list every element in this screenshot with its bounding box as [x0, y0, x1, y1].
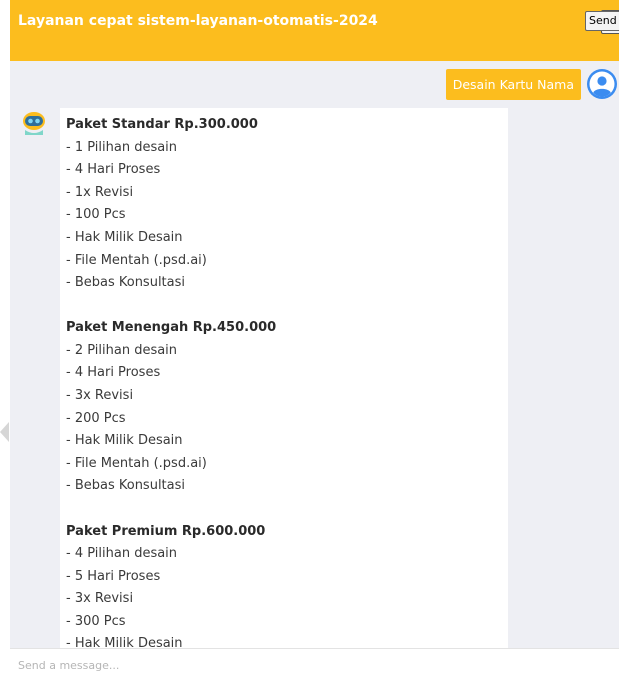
package-feature: - 4 Pilihan desain [66, 546, 178, 562]
package-premium: Paket Premium Rp.600.000 - 4 Pilihan des… [66, 521, 508, 649]
message-composer [10, 648, 619, 680]
package-feature: - File Mentah (.psd.ai) [66, 455, 207, 471]
package-feature: - 4 Hari Proses [66, 365, 161, 381]
package-feature: - Bebas Konsultasi [66, 275, 186, 291]
package-feature: - 2 Pilihan desain [66, 342, 178, 358]
package-feature: - Hak Milik Desain [66, 636, 183, 648]
package-feature: - 1x Revisi [66, 184, 134, 200]
bot-message-bubble: Paket Standar Rp.300.000 - 1 Pilihan des… [60, 108, 508, 648]
package-feature: - 3x Revisi [66, 388, 134, 404]
chat-title: Layanan cepat sistem-layanan-otomatis-20… [18, 13, 378, 29]
package-feature: - Bebas Konsultasi [66, 478, 186, 494]
package-title: Paket Standar Rp.300.000 [66, 117, 258, 132]
message-list[interactable]: Desain Kartu Nama Paket Standar Rp.300.0… [10, 61, 619, 648]
package-feature: - 1 Pilihan desain [66, 139, 178, 155]
package-feature: - 5 Hari Proses [66, 568, 161, 584]
message-input[interactable] [10, 649, 600, 680]
package-feature: - Hak Milik Desain [66, 229, 183, 245]
bot-avatar-icon [23, 112, 45, 135]
package-title: Paket Menengah Rp.450.000 [66, 320, 277, 336]
user-avatar-icon [587, 69, 617, 99]
package-title: Paket Premium Rp.600.000 [66, 523, 266, 539]
package-menengah: Paket Menengah Rp.450.000 - 2 Pilihan de… [66, 317, 508, 498]
package-feature: - 200 Pcs [66, 410, 126, 426]
send-button[interactable]: Send [585, 11, 619, 31]
chat-widget: Layanan cepat sistem-layanan-otomatis-20… [0, 0, 619, 680]
collapse-arrow-icon [0, 422, 9, 442]
user-message-bubble: Desain Kartu Nama [445, 69, 581, 100]
package-feature: - 300 Pcs [66, 613, 126, 629]
package-feature: - Hak Milik Desain [66, 433, 183, 449]
package-feature: - File Mentah (.psd.ai) [66, 252, 207, 268]
package-feature: - 4 Hari Proses [66, 162, 161, 178]
package-feature: - 3x Revisi [66, 591, 134, 607]
package-standar: Paket Standar Rp.300.000 - 1 Pilihan des… [66, 114, 508, 295]
package-feature: - 100 Pcs [66, 207, 126, 223]
chat-header: Layanan cepat sistem-layanan-otomatis-20… [10, 0, 619, 61]
